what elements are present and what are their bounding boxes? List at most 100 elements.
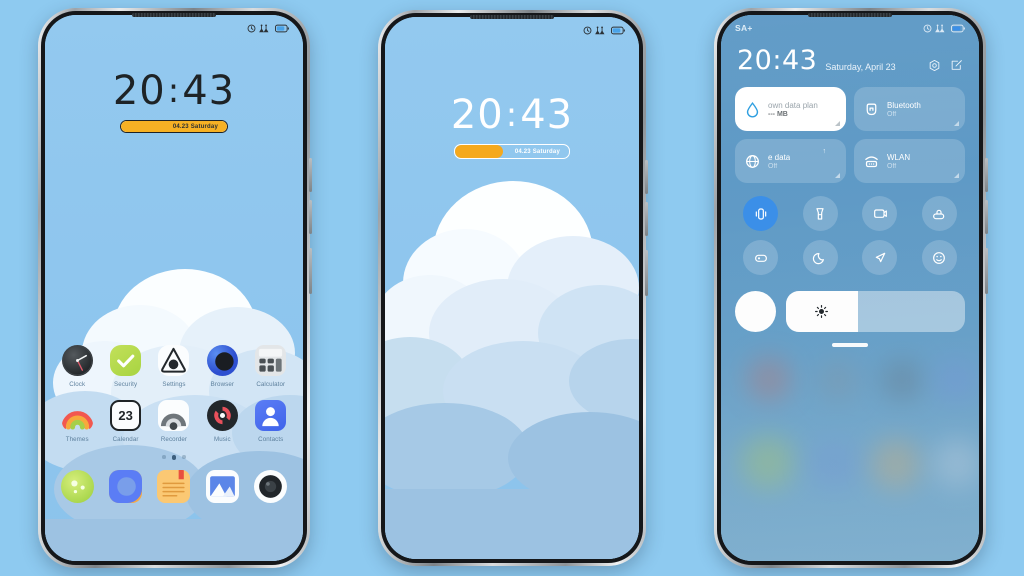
data-drop-icon xyxy=(746,101,759,117)
toggle-vibrate[interactable] xyxy=(743,196,779,231)
tile-title: e data xyxy=(768,152,791,162)
volume-up-button[interactable] xyxy=(309,158,312,192)
tile-title: WLAN xyxy=(887,152,911,162)
alarm-icon xyxy=(923,24,932,32)
tile-expand-corner[interactable] xyxy=(835,173,840,178)
settings-icon xyxy=(158,345,190,376)
tile-mobile-data[interactable]: e data Off ↑ xyxy=(735,139,846,183)
page-dot-active[interactable] xyxy=(171,455,177,460)
app-clock[interactable]: Clock xyxy=(55,345,99,388)
brightness-slider-fill xyxy=(786,291,858,332)
browser-icon xyxy=(206,345,238,376)
power-button[interactable] xyxy=(645,250,648,296)
app-label: Clock xyxy=(69,381,86,388)
app-calendar[interactable]: 23 Calendar xyxy=(104,400,148,443)
airplane-icon xyxy=(875,252,886,262)
notes-icon[interactable] xyxy=(157,469,191,503)
dark-mode-icon xyxy=(813,252,825,264)
date-badge: 04.23 Saturday xyxy=(454,144,570,159)
brightness-row xyxy=(735,291,965,332)
tile-text: e data Off xyxy=(768,153,790,170)
quick-setting-tiles: own data plan --- MB Bluetooth Off e dat… xyxy=(735,87,965,183)
lock-rotation-icon xyxy=(933,209,945,219)
calculator-icon xyxy=(255,345,287,376)
volume-down-button[interactable] xyxy=(985,200,988,234)
brightness-slider[interactable] xyxy=(786,291,965,332)
status-icons xyxy=(247,23,289,33)
status-icons xyxy=(923,23,965,33)
flashlight-icon xyxy=(816,207,824,220)
clock-hours: 20 xyxy=(112,68,166,114)
volume-down-button[interactable] xyxy=(645,202,648,236)
edit-icon[interactable] xyxy=(950,59,963,72)
date-badge-label: 04.23 Saturday xyxy=(172,123,218,130)
tile-expand-corner[interactable] xyxy=(835,121,840,126)
screenshot-icon xyxy=(873,208,887,218)
weather-icon[interactable] xyxy=(60,469,94,503)
tile-subtitle: Off xyxy=(887,110,897,118)
app-label: Browser xyxy=(210,381,235,388)
tile-text: Bluetooth Off xyxy=(887,101,921,118)
phone-screen[interactable]: 20:43 04.23 Saturday Clock Security Sett… xyxy=(45,15,303,561)
app-label: Security xyxy=(114,381,138,388)
drag-handle[interactable] xyxy=(832,343,868,347)
tile-bluetooth[interactable]: Bluetooth Off xyxy=(854,87,965,131)
app-themes[interactable]: Themes xyxy=(55,400,99,443)
toggle-lock-rotation[interactable] xyxy=(921,196,957,231)
date-badge-label: 04.23 Saturday xyxy=(514,148,560,155)
power-button[interactable] xyxy=(985,248,988,294)
gear-icon[interactable] xyxy=(928,59,941,72)
cc-date: Saturday, April 23 xyxy=(825,62,896,72)
volume-up-button[interactable] xyxy=(985,158,988,192)
power-button[interactable] xyxy=(309,248,312,294)
cast-icon xyxy=(754,254,767,262)
app-contacts[interactable]: Contacts xyxy=(249,400,293,443)
dock xyxy=(45,469,303,503)
page-dot[interactable] xyxy=(182,455,186,459)
clock-colon: : xyxy=(505,95,519,135)
mobile-data-icon xyxy=(746,154,759,168)
auto-brightness-button[interactable] xyxy=(735,291,776,332)
toggle-flashlight[interactable] xyxy=(802,196,838,231)
toggle-do-not-disturb[interactable] xyxy=(921,240,957,275)
page-indicator[interactable] xyxy=(45,455,303,460)
volume-up-button[interactable] xyxy=(645,160,648,194)
quick-toggles xyxy=(735,196,965,275)
shield-check-icon xyxy=(110,345,142,376)
phone-screen[interactable]: SA+ 20:43 Saturday, April 23 own data pl… xyxy=(721,15,979,561)
toggle-dark-mode[interactable] xyxy=(802,240,838,275)
status-bar xyxy=(45,15,303,41)
tile-wlan[interactable]: WLAN Off xyxy=(854,139,965,183)
clock-time: 20:43 xyxy=(45,71,303,111)
toggle-cast[interactable] xyxy=(743,240,779,275)
tile-expand-corner[interactable] xyxy=(954,121,959,126)
app-music[interactable]: Music xyxy=(200,400,244,443)
toggle-screenshot[interactable] xyxy=(862,196,898,231)
app-recorder[interactable]: Recorder xyxy=(152,400,196,443)
tile-subtitle: Off xyxy=(887,162,897,170)
tile-expand-corner[interactable] xyxy=(954,173,959,178)
earpiece-speaker xyxy=(470,15,554,19)
page-dot[interactable] xyxy=(162,455,166,459)
toggle-airplane[interactable] xyxy=(862,240,898,275)
gallery-app-icon[interactable] xyxy=(109,469,143,503)
clock-minutes: 43 xyxy=(520,92,574,138)
do-not-disturb-icon xyxy=(933,251,946,264)
phone-screen[interactable]: 20:43 04.23 Saturday xyxy=(385,17,639,559)
camera-icon[interactable] xyxy=(254,469,288,503)
volume-down-button[interactable] xyxy=(309,200,312,234)
app-browser[interactable]: Browser xyxy=(200,345,244,388)
date-badge: 04.23 Saturday xyxy=(120,120,228,133)
contacts-icon xyxy=(255,400,287,431)
phone-lock-light: 20:43 04.23 Saturday Clock Security Sett… xyxy=(38,8,312,568)
clock-colon: : xyxy=(167,71,181,111)
status-carrier: SA+ xyxy=(735,23,753,33)
app-calculator[interactable]: Calculator xyxy=(249,345,293,388)
battery-icon xyxy=(275,24,289,32)
tile-data-plan[interactable]: own data plan --- MB xyxy=(735,87,846,131)
brightness-icon xyxy=(815,305,829,318)
photos-icon[interactable] xyxy=(205,469,239,503)
app-settings[interactable]: Settings xyxy=(152,345,196,388)
tile-subtitle: Off xyxy=(768,162,778,170)
app-security[interactable]: Security xyxy=(104,345,148,388)
